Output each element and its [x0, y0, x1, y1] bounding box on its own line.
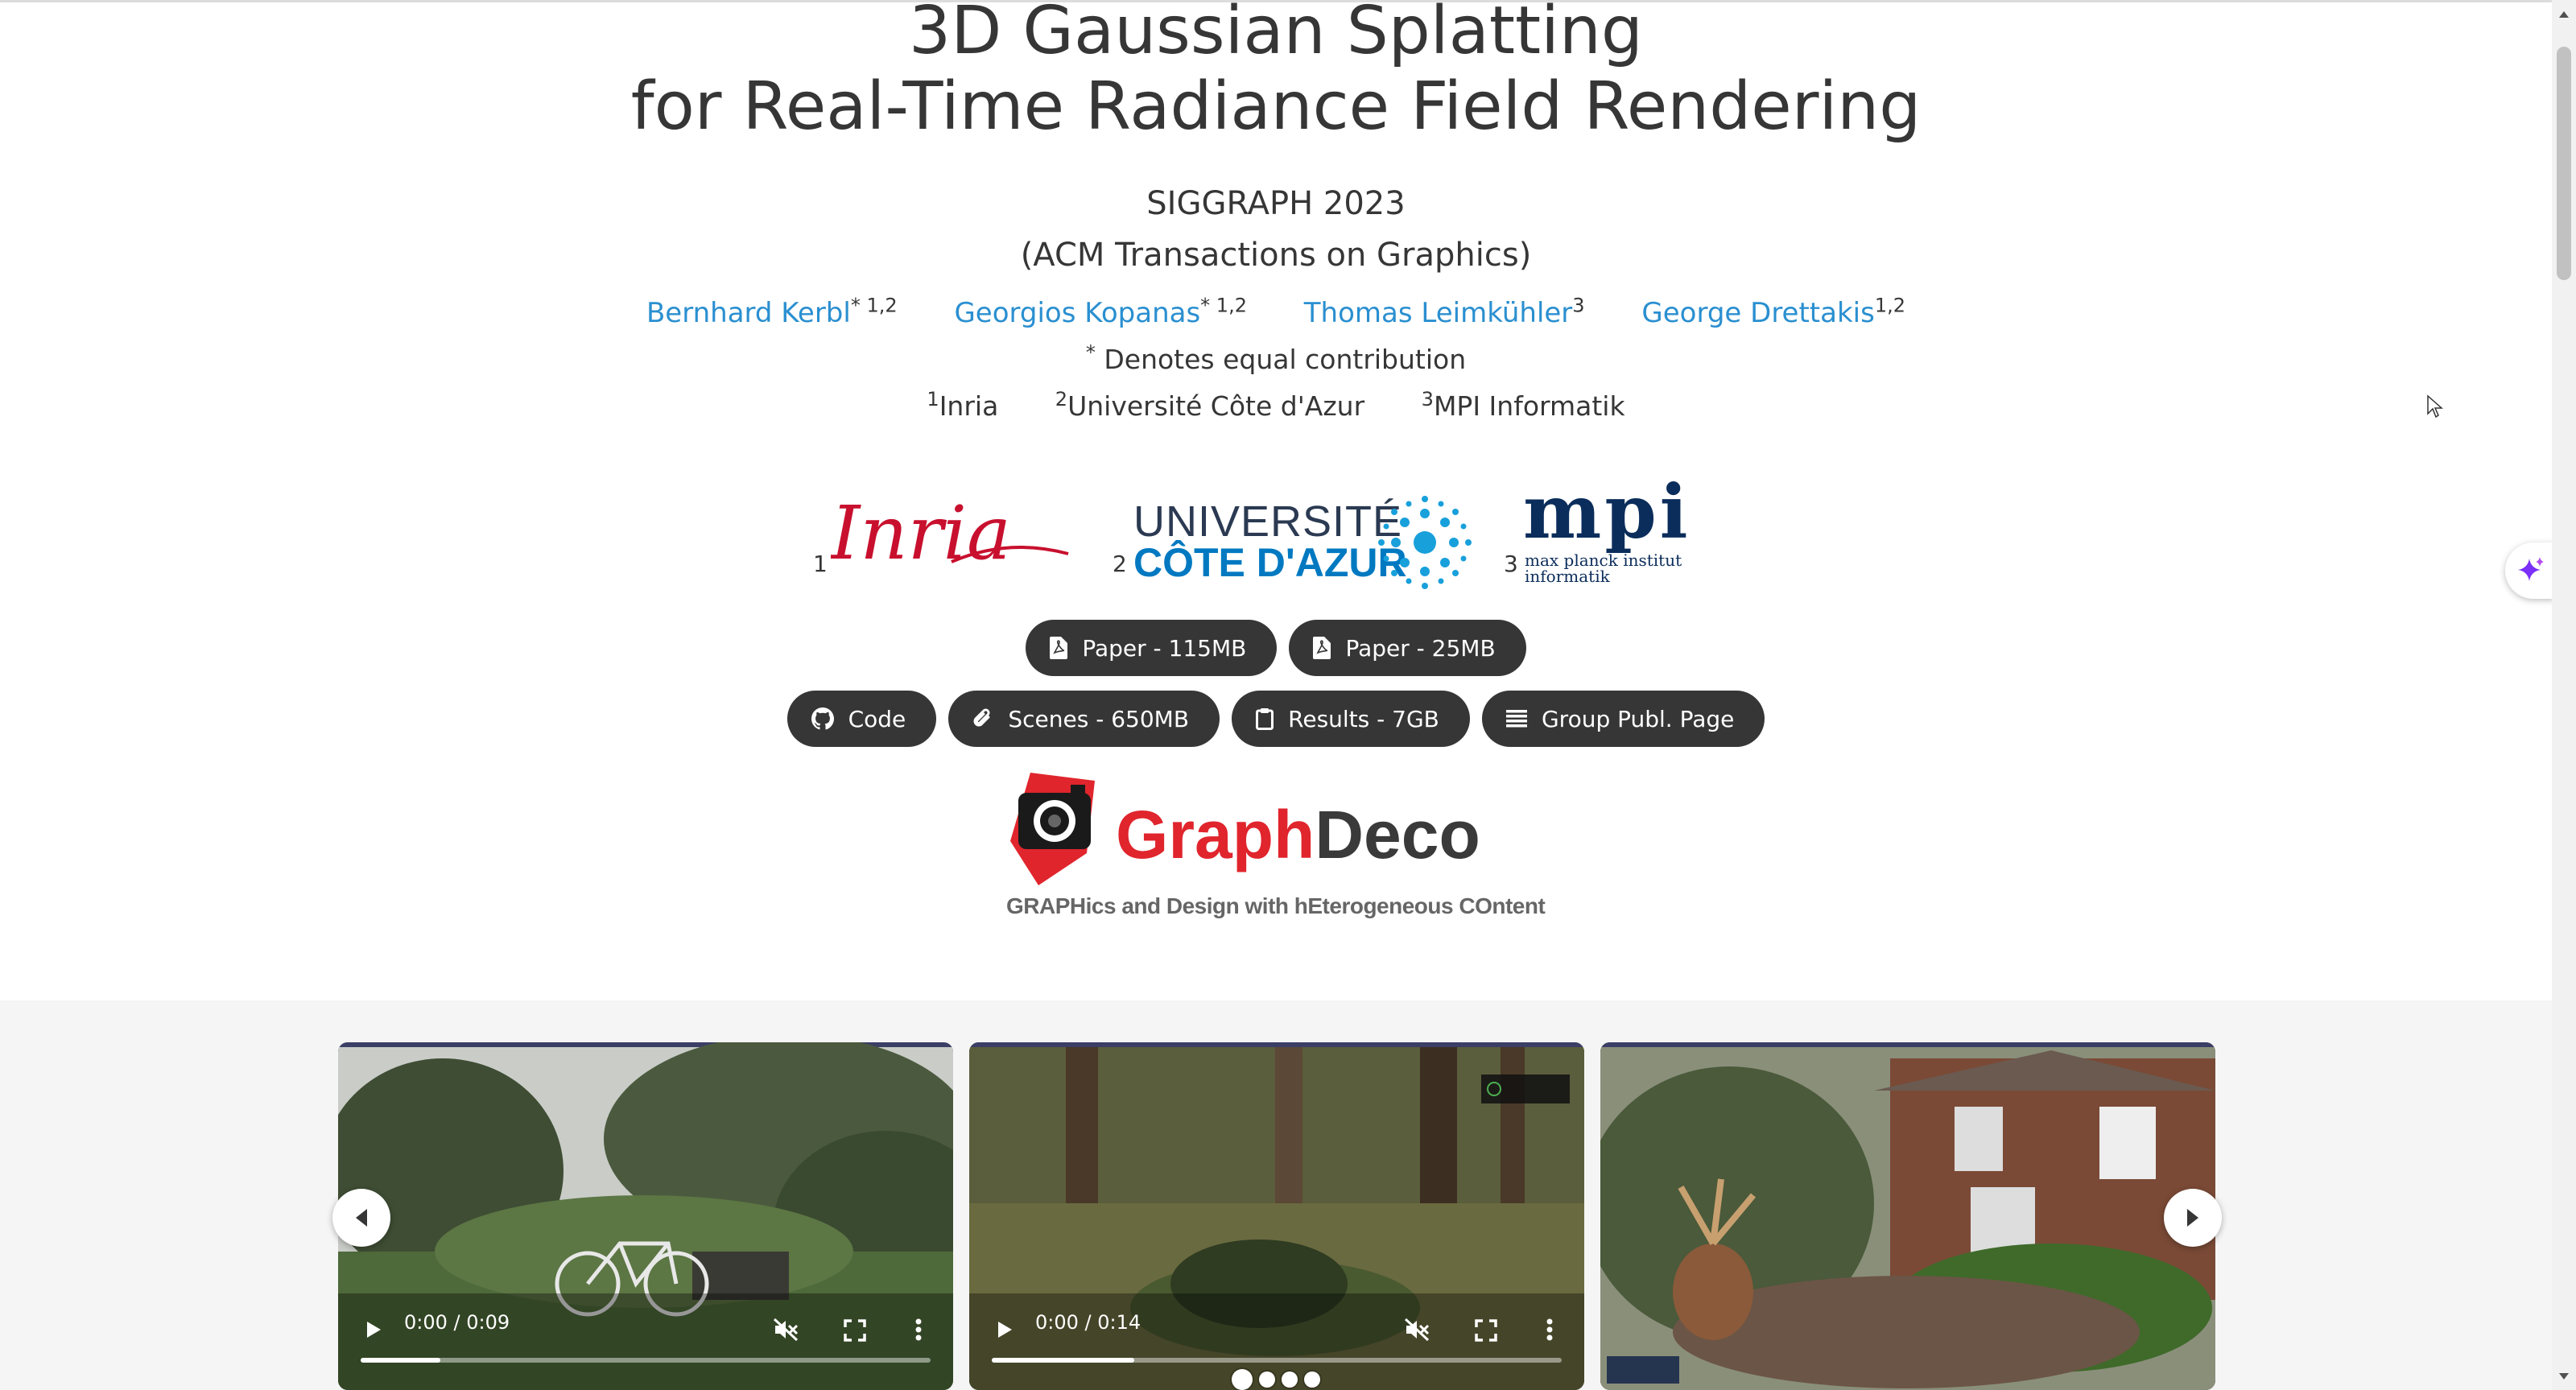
paperclip-icon — [973, 708, 990, 727]
button-row-papers: Paper - 115MB Paper - 25MB — [0, 620, 2552, 676]
video-progress-bar[interactable] — [361, 1358, 931, 1363]
fullscreen-icon[interactable] — [1475, 1319, 1497, 1342]
title-line-2: for Real-Time Radiance Field Rendering — [630, 68, 1922, 145]
scenes-label: Scenes - 650MB — [1008, 705, 1190, 732]
author-affil-sup: 3 — [1572, 295, 1585, 317]
title-line-1: 3D Gaussian Splatting — [909, 0, 1643, 69]
affiliation-name: MPI Informatik — [1433, 390, 1625, 422]
author-link-kopanas[interactable]: Georgios Kopanas — [954, 297, 1200, 329]
video-time: 0:00 / 0:14 — [1035, 1311, 1141, 1334]
affiliation-uca: 2Université Côte d'Azur — [1055, 388, 1365, 422]
note-mark: * — [1085, 341, 1096, 364]
video-time: 0:00 / 0:09 — [404, 1311, 510, 1334]
video-bicycle[interactable]: 0:00 / 0:09 — [338, 1042, 953, 1390]
uca-logo: UNIVERSITÉ CÔTE D'AZUR — [1133, 496, 1472, 589]
uca-logo-line2: CÔTE D'AZUR — [1133, 540, 1407, 585]
scroll-up-arrow-icon[interactable] — [2557, 6, 2571, 23]
garden-scene-thumbnail — [1600, 1042, 2215, 1390]
sparkle-icon — [2518, 557, 2544, 581]
pdf-icon — [1313, 637, 1331, 659]
mute-icon[interactable] — [773, 1318, 799, 1342]
video-stump[interactable]: 0:00 / 0:14 — [969, 1042, 1584, 1390]
chevron-right-icon — [2187, 1209, 2198, 1227]
paper-115mb-label: Paper - 115MB — [1082, 634, 1247, 662]
note-text: Denotes equal contribution — [1095, 344, 1467, 375]
more-options-icon[interactable] — [1546, 1318, 1554, 1342]
video-garden[interactable] — [1600, 1042, 2215, 1390]
carousel-dot[interactable] — [1282, 1371, 1298, 1388]
author-affil-sup: * 1,2 — [1200, 295, 1247, 317]
pdf-icon — [1050, 637, 1068, 659]
uca-star-icon — [1378, 496, 1472, 589]
venue-journal: (ACM Transactions on Graphics) — [1020, 237, 1532, 274]
venue-conference: SIGGRAPH 2023 — [1146, 185, 1406, 222]
more-options-icon[interactable] — [914, 1318, 923, 1342]
affiliation-num: 1 — [927, 388, 939, 410]
page-title: 3D Gaussian Splatting for Real-Time Radi… — [0, 0, 2552, 145]
group-publ-page-button[interactable]: Group Publ. Page — [1481, 691, 1765, 747]
inria-logo: Inria — [831, 490, 1069, 576]
scenes-button[interactable]: Scenes - 650MB — [948, 691, 1220, 747]
mpi-logo-line2: informatik — [1525, 567, 1610, 586]
graphdeco-tagline: GRAPHics and Design with hEterogeneous C… — [1006, 893, 1546, 918]
author-affil-sup: * 1,2 — [850, 295, 898, 317]
author-affil-sup: 1,2 — [1874, 295, 1905, 317]
results-label: Results - 7GB — [1288, 705, 1439, 732]
code-label: Code — [848, 705, 906, 732]
play-icon[interactable] — [992, 1318, 1016, 1342]
affiliation-inria: 1Inria — [927, 388, 999, 422]
mouse-cursor-icon — [2427, 394, 2443, 419]
carousel-prev-button[interactable] — [332, 1189, 390, 1247]
chevron-left-icon — [356, 1209, 367, 1227]
logo-num-uca: 2 — [1113, 551, 1127, 577]
author-link-kerbl[interactable]: Bernhard Kerbl — [646, 297, 851, 329]
affiliation-mpi: 3MPI Informatik — [1421, 388, 1625, 422]
carousel-dot[interactable] — [1259, 1371, 1275, 1388]
logo-num-mpi: 3 — [1504, 551, 1518, 577]
affiliation-name: Inria — [939, 390, 999, 422]
code-button[interactable]: Code — [786, 691, 937, 747]
github-icon — [811, 707, 834, 730]
group-publ-page-label: Group Publ. Page — [1541, 705, 1735, 732]
video-progress-bar[interactable] — [992, 1358, 1562, 1363]
author-list: Bernhard Kerbl* 1,2 Georgios Kopanas* 1,… — [0, 283, 2552, 336]
author-link-drettakis[interactable]: George Drettakis — [1641, 297, 1874, 329]
clipboard-icon — [1256, 708, 1274, 730]
carousel-next-button[interactable] — [2164, 1189, 2222, 1247]
logo-num-inria: 1 — [813, 551, 828, 577]
equal-contribution-note: * Denotes equal contribution — [0, 330, 2552, 382]
project-page: 3D Gaussian Splatting for Real-Time Radi… — [0, 0, 2552, 1390]
paper-25mb-label: Paper - 25MB — [1345, 634, 1496, 662]
ai-assistant-button[interactable] — [2505, 542, 2555, 599]
play-icon[interactable] — [361, 1318, 385, 1342]
fullscreen-icon[interactable] — [844, 1319, 866, 1342]
affiliation-name: Université Côte d'Azur — [1067, 390, 1365, 422]
paper-115mb-button[interactable]: Paper - 115MB — [1026, 620, 1278, 676]
list-icon — [1505, 710, 1527, 728]
affiliation-list: 1Inria 2Université Côte d'Azur 3MPI Info… — [0, 377, 2552, 429]
affiliation-num: 2 — [1055, 388, 1068, 410]
mpi-logo-mark: mpi — [1523, 468, 1691, 555]
scrollbar-thumb[interactable] — [2557, 47, 2571, 280]
button-row-resources: Code Scenes - 650MB Results - 7GB Group … — [0, 691, 2552, 747]
author-link-leimkuhler[interactable]: Thomas Leimkühler — [1304, 297, 1573, 329]
mute-icon[interactable] — [1404, 1318, 1430, 1342]
graphdeco-graph: Graph — [1116, 797, 1315, 872]
results-button[interactable]: Results - 7GB — [1232, 691, 1470, 747]
mpi-logo: mpi max planck institut informatik — [1523, 472, 1740, 594]
uca-logo-line1: UNIVERSITÉ — [1133, 497, 1403, 546]
carousel-pagination — [1232, 1369, 1320, 1390]
inria-logo-text: Inria — [831, 490, 1011, 576]
paper-25mb-button[interactable]: Paper - 25MB — [1289, 620, 1526, 676]
affiliation-num: 3 — [1421, 388, 1434, 410]
institution-logos: 1 Inria 2 UNIVERSITÉ CÔTE D'AZUR 3 mpi m… — [797, 472, 1755, 594]
camera-logo-icon — [1010, 773, 1095, 885]
graphdeco-logo: GraphDeco GRAPHics and Design with hEter… — [998, 765, 1546, 926]
carousel-dot[interactable] — [1232, 1369, 1253, 1390]
graphdeco-deco: Deco — [1315, 797, 1480, 872]
carousel-dot[interactable] — [1304, 1371, 1320, 1388]
scroll-down-arrow-icon[interactable] — [2557, 1368, 2571, 1384]
mpi-logo-line1: max planck institut — [1525, 551, 1682, 570]
